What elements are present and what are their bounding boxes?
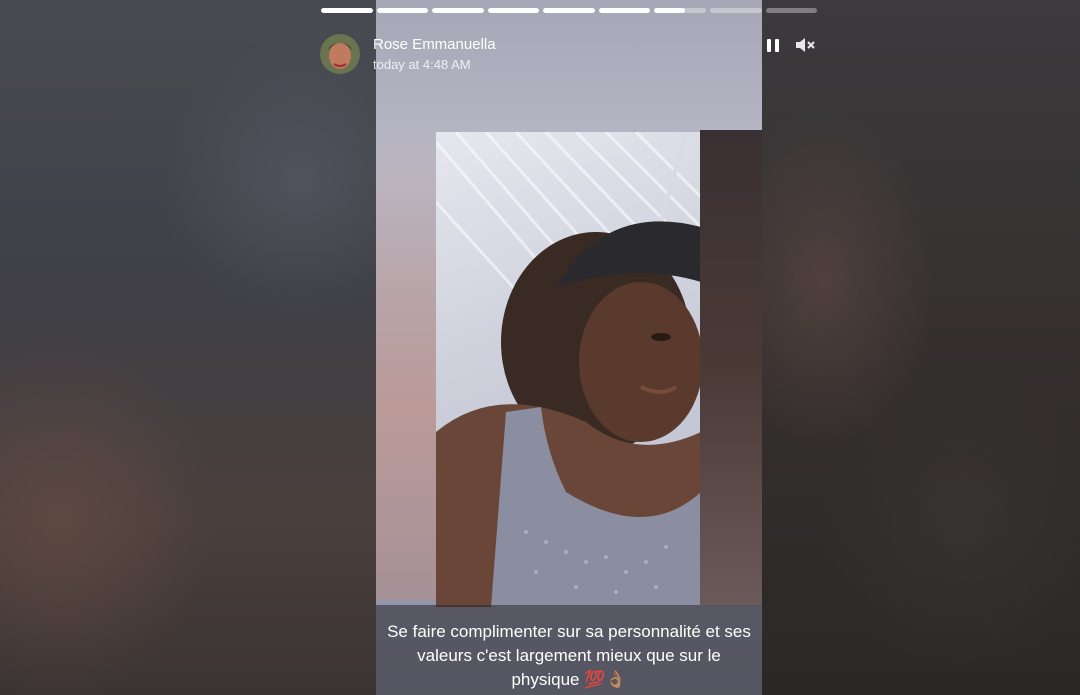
progress-segment-fill: [543, 8, 595, 13]
speaker-muted-icon: [796, 38, 815, 52]
blurred-backdrop-left: [0, 0, 376, 695]
avatar[interactable]: [320, 34, 360, 74]
progress-segment: [598, 8, 651, 13]
progress-segment: [321, 8, 373, 13]
story-content[interactable]: Se faire complimenter sur sa personnalit…: [376, 0, 762, 695]
avatar-image: [320, 34, 360, 74]
progress-segment-fill: [432, 8, 484, 13]
progress-segment: [376, 8, 429, 13]
progress-segment: [543, 8, 595, 13]
story-timestamp: today at 4:48 AM: [373, 57, 471, 72]
pause-button[interactable]: [760, 32, 786, 58]
caption-line-2: valeurs c'est largement mieux que sur le: [417, 646, 721, 665]
progress-segment-fill: [654, 8, 686, 13]
mute-button[interactable]: [792, 32, 818, 58]
photo-edge-right: [700, 130, 762, 605]
progress-segment: [432, 8, 484, 13]
photo-edge-left: [376, 120, 436, 600]
story-author-name[interactable]: Rose Emmanuella: [373, 36, 496, 53]
story-caption: Se faire complimenter sur sa personnalit…: [376, 620, 762, 692]
pause-icon: [767, 39, 779, 52]
story-photo: [436, 132, 701, 607]
story-viewer: Se faire complimenter sur sa personnalit…: [0, 0, 1080, 695]
progress-segment: [654, 8, 706, 13]
caption-line-1: Se faire complimenter sur sa personnalit…: [387, 622, 751, 641]
progress-segment: [709, 8, 762, 13]
progress-segment-fill: [376, 8, 429, 13]
progress-segment: [765, 8, 818, 13]
blurred-backdrop-right: [762, 0, 1080, 695]
story-progress-bar: [321, 8, 818, 14]
progress-segment-fill: [598, 8, 651, 13]
progress-segment: [487, 8, 540, 13]
progress-segment-fill: [321, 8, 373, 13]
photo-illustration: [436, 132, 701, 607]
caption-line-3: physique 💯👌🏽: [511, 670, 627, 689]
progress-segment-fill: [487, 8, 540, 13]
